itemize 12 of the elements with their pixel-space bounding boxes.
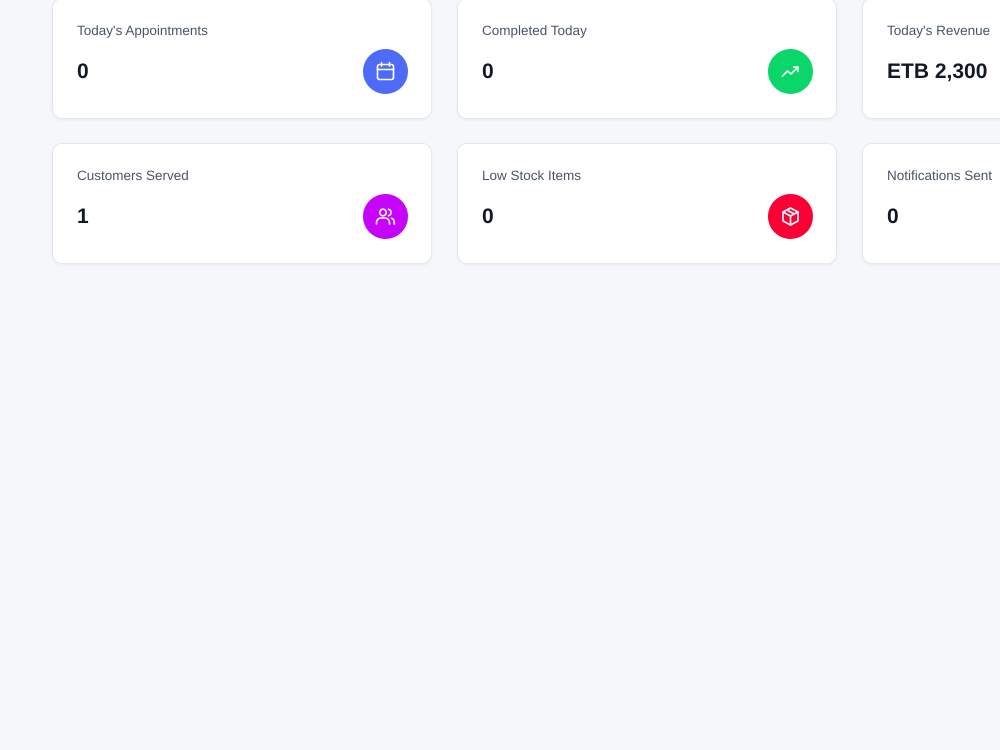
stat-value: ETB 2,300: [887, 58, 988, 84]
stat-label: Today's Appointments: [77, 22, 208, 40]
stat-value: 1: [77, 204, 89, 230]
stat-value: 0: [482, 58, 494, 84]
stat-value: 0: [482, 204, 494, 230]
stat-value: 0: [77, 58, 89, 84]
stat-label: Low Stock Items: [482, 167, 582, 185]
stat-label: Completed Today: [482, 22, 587, 40]
stat-value: 0: [887, 204, 899, 230]
stat-label: Today's Revenue: [887, 22, 990, 40]
stat-label: Customers Served: [77, 167, 189, 185]
stat-label: Notifications Sent: [887, 167, 992, 185]
